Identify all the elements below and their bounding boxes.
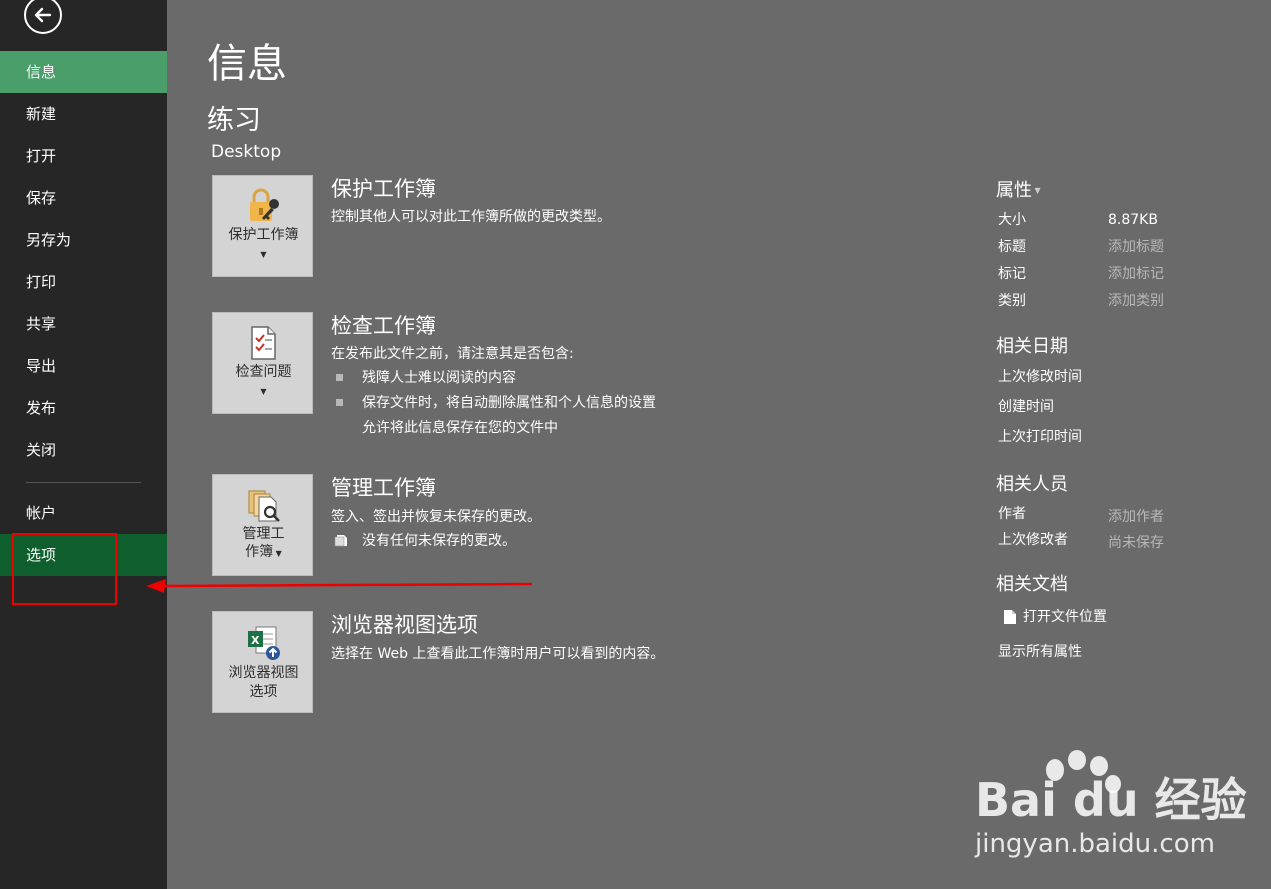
inspect-bullet-1: 残障人士难以阅读的内容 [362,370,516,386]
tags-label: 标记 [998,266,1026,282]
manage-documents-icon [248,490,280,522]
last-printed-label: 上次打印时间 [998,429,1082,445]
nav-save-as[interactable]: 另存为 [0,219,167,261]
manage-status: 没有任何未保存的更改。 [362,533,516,549]
lock-key-icon [250,188,279,221]
check-for-issues-button[interactable]: 检查问题 ▼ [212,312,313,414]
inspect-bullet-2: 保存文件时，将自动删除属性和个人信息的设置 [362,395,656,411]
manage-title: 管理工作簿 [331,476,436,500]
nav-save-as-label: 另存为 [26,231,72,249]
document-name: 练习 [207,105,261,136]
nav-close[interactable]: 关闭 [0,429,167,471]
nav-account[interactable]: 帐户 [0,492,167,534]
svg-text:X: X [251,634,260,647]
inspect-note: 允许将此信息保存在您的文件中 [362,420,558,436]
properties-heading[interactable]: 属性 ▼ [996,179,1041,203]
last-modified-label: 上次修改时间 [998,369,1082,385]
file-icon [1004,610,1016,624]
browser-title: 浏览器视图选项 [331,613,478,637]
protect-tile-label: 保护工作簿 [228,227,299,243]
nav-close-label: 关闭 [26,441,57,459]
related-dates-heading: 相关日期 [996,336,1068,357]
dropdown-caret-icon: ▼ [1032,186,1041,195]
sidebar: 信息 新建 打开 保存 另存为 打印 共享 导出 发布 关闭 帐户 选项 [0,0,167,889]
author-label: 作者 [998,506,1026,522]
back-button[interactable] [24,0,62,34]
title-field[interactable]: 添加标题 [1108,237,1164,257]
inspect-tile-label: 检查问题 [235,364,292,380]
nav-print-label: 打印 [26,273,57,291]
browser-desc: 选择在 Web 上查看此工作簿时用户可以看到的内容。 [331,646,665,662]
inspect-title: 检查工作簿 [331,314,436,338]
nav-export[interactable]: 导出 [0,345,167,387]
open-file-location-link[interactable]: 打开文件位置 [1023,607,1107,627]
related-people-heading: 相关人员 [996,474,1068,495]
category-label: 类别 [998,293,1026,309]
size-label: 大小 [998,212,1026,228]
created-label: 创建时间 [998,399,1054,415]
manage-desc: 签入、签出并恢复未保存的更改。 [331,509,541,525]
nav-share[interactable]: 共享 [0,303,167,345]
baidu-watermark-brand: Bai du 经验 [975,773,1247,827]
protect-desc: 控制其他人可以对此工作簿所做的更改类型。 [331,209,611,225]
baidu-watermark-url: jingyan.baidu.com [975,829,1215,859]
nav-account-label: 帐户 [26,504,57,522]
last-modified-by-value: 尚未保存 [1108,535,1164,551]
inspect-desc: 在发布此文件之前，请注意其是否包含: [331,346,574,362]
last-modified-by-label: 上次修改者 [998,532,1068,548]
dropdown-caret-icon: ▼ [273,549,282,558]
category-field[interactable]: 添加类别 [1108,291,1164,311]
nav-open-label: 打开 [26,147,57,165]
protect-workbook-button[interactable]: 保护工作簿 ▼ [212,175,313,277]
related-documents-heading: 相关文档 [996,574,1068,595]
nav-share-label: 共享 [26,315,57,333]
page-title: 信息 [207,41,287,87]
nav-save-label: 保存 [26,189,57,207]
nav-save[interactable]: 保存 [0,177,167,219]
protect-title: 保护工作簿 [331,177,436,201]
browser-tile-label-1: 浏览器视图 [228,665,299,681]
back-arrow-icon [34,7,52,23]
size-value: 8.87KB [1108,212,1158,228]
author-field[interactable]: 添加作者 [1108,507,1164,527]
tags-field[interactable]: 添加标记 [1108,264,1164,284]
bullet-icon [336,399,343,406]
annotation-box [12,533,117,605]
manage-workbook-button[interactable]: 管理工 作簿 ▼ [212,474,313,576]
nav-publish-label: 发布 [26,399,57,417]
nav-info-label: 信息 [26,63,57,81]
nav-export-label: 导出 [26,357,57,375]
document-location: Desktop [211,142,282,162]
nav-new-label: 新建 [26,105,57,123]
sidebar-divider [26,482,141,483]
nav-open[interactable]: 打开 [0,135,167,177]
dropdown-caret-icon: ▼ [260,250,267,259]
nav-info[interactable]: 信息 [0,51,167,93]
manage-tile-label-2-wrap: 作簿 ▼ [213,543,314,563]
inspect-document-icon [251,326,276,360]
bullet-icon [336,374,343,381]
properties-heading-label: 属性 [996,180,1032,201]
manage-tile-label-2: 作簿 [245,544,274,560]
document-icon [334,535,347,547]
nav-publish[interactable]: 发布 [0,387,167,429]
nav-new[interactable]: 新建 [0,93,167,135]
title-label: 标题 [998,239,1026,255]
show-all-properties-link[interactable]: 显示所有属性 [998,642,1082,662]
nav-print[interactable]: 打印 [0,261,167,303]
manage-tile-label-1: 管理工 [242,526,285,542]
excel-web-icon: X [248,626,280,660]
browser-view-options-button[interactable]: X 浏览器视图 选项 [212,611,313,713]
annotation-arrow [146,579,533,593]
browser-tile-label-2: 选项 [249,684,278,700]
dropdown-caret-icon: ▼ [260,387,267,396]
